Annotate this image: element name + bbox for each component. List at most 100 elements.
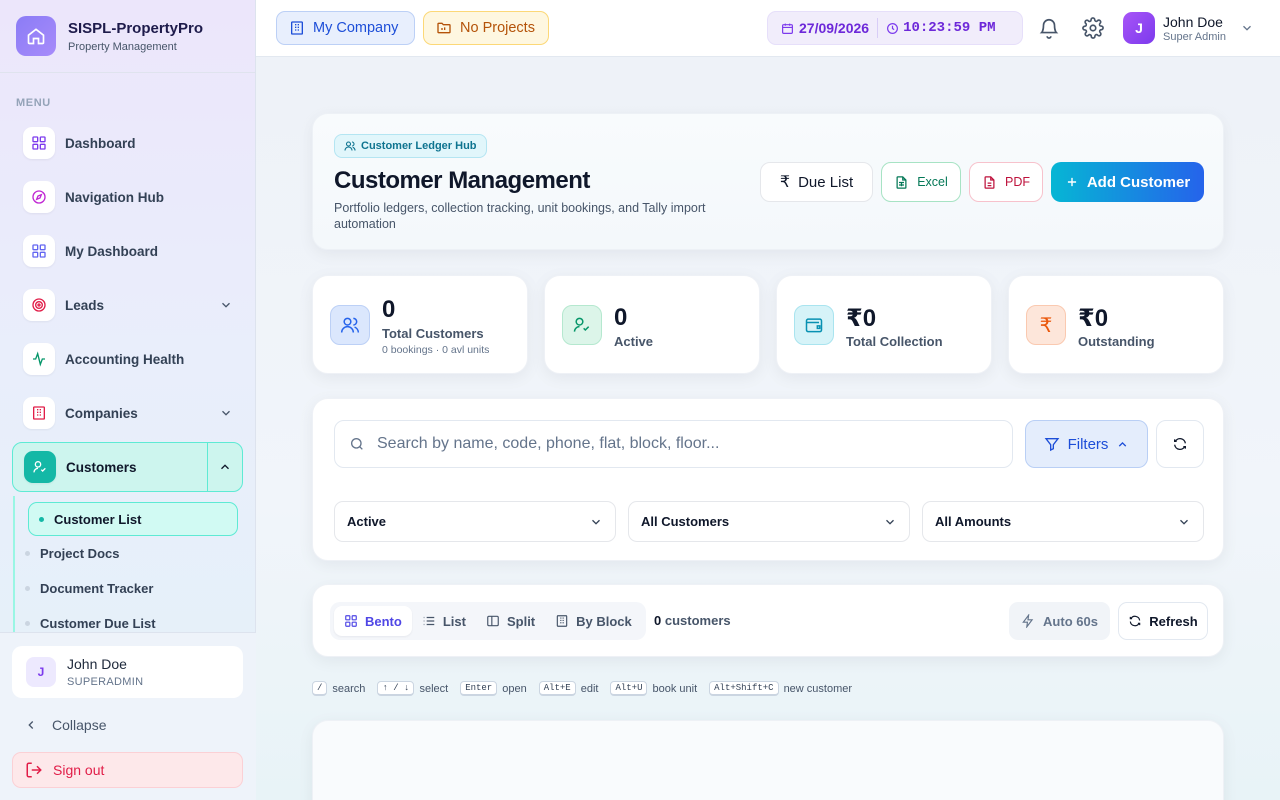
datetime-display: 27/09/2026 10:23:59 PM	[767, 11, 1023, 45]
stat-card-outstanding: ₹ ₹0 Outstanding	[1008, 275, 1224, 374]
shortcut-label: new customer	[783, 682, 853, 695]
sidebar-item-label: Customers	[66, 459, 137, 475]
company-selector[interactable]: My Company	[276, 11, 415, 45]
keyboard-shortcuts: / search ↑ / ↓ select Enter open Alt+E edit …	[312, 681, 864, 696]
menu-label: MENU	[16, 97, 51, 109]
bell-icon[interactable]	[1038, 17, 1060, 39]
divider	[207, 443, 208, 491]
stat-label: Outstanding	[1078, 334, 1155, 349]
refresh-button[interactable]: Refresh	[1118, 602, 1208, 640]
user-role: SUPERADMIN	[67, 676, 144, 688]
stat-value: 0	[614, 304, 628, 331]
signout-button[interactable]: Sign out	[12, 752, 243, 788]
amount-select[interactable]: All Amounts	[922, 501, 1204, 542]
brand-subtitle: Property Management	[68, 40, 177, 53]
clock-icon	[887, 22, 899, 34]
spreadsheet-icon	[896, 175, 907, 189]
users-icon	[344, 141, 356, 151]
search-box	[334, 420, 1013, 468]
hero-card: Customer Ledger Hub Customer Management …	[312, 113, 1224, 250]
sidebar-subitem-customer-due-list[interactable]: Customer Due List	[15, 606, 242, 632]
view-label: By Block	[576, 613, 632, 629]
shortcut-key: Alt+Shift+C	[709, 681, 779, 696]
user-role: Super Admin	[1163, 30, 1226, 43]
count-value: 0	[654, 613, 662, 628]
view-bento-button[interactable]: Bento	[334, 606, 412, 636]
sidebar-nav: Dashboard Navigation Hub My Dashboard Le…	[12, 116, 243, 494]
sidebar-item-dashboard[interactable]: Dashboard	[12, 116, 243, 170]
bullet-icon	[25, 621, 30, 626]
main-content: Customer Ledger Hub Customer Management …	[256, 57, 1280, 800]
chevron-up-icon[interactable]	[218, 460, 232, 474]
due-list-button[interactable]: ₹ Due List	[760, 162, 873, 202]
gear-icon[interactable]	[1082, 17, 1104, 39]
sidebar-item-navigation-hub[interactable]: Navigation Hub	[12, 170, 243, 224]
shortcut-key: Enter	[460, 681, 498, 696]
shortcut-label: open	[502, 682, 527, 695]
home-icon	[16, 16, 56, 56]
filter-icon	[1044, 438, 1059, 452]
view-by-block-button[interactable]: By Block	[545, 606, 642, 636]
divider	[877, 18, 879, 38]
sidebar-subitem-customer-list[interactable]: Customer List	[28, 502, 238, 536]
building-icon	[556, 615, 568, 627]
reset-filters-button[interactable]	[1156, 420, 1204, 468]
current-time: 10:23:59 PM	[903, 20, 996, 36]
rupee-icon: ₹	[779, 174, 791, 191]
sidebar-subitem-project-docs[interactable]: Project Docs	[15, 536, 242, 571]
sidebar-item-my-dashboard[interactable]: My Dashboard	[12, 224, 243, 278]
building-icon	[291, 21, 303, 35]
sidebar-item-accounting-health[interactable]: Accounting Health	[12, 332, 243, 386]
view-list-button[interactable]: List	[412, 606, 476, 636]
sidebar-subitem-document-tracker[interactable]: Document Tracker	[15, 571, 242, 606]
sidebar: SISPL-PropertyPro Property Management ME…	[0, 0, 256, 800]
export-pdf-button[interactable]: PDF	[969, 162, 1043, 202]
sidebar-user-card[interactable]: J John Doe SUPERADMIN	[12, 646, 243, 698]
sidebar-item-companies[interactable]: Companies	[12, 386, 243, 440]
pdf-label: PDF	[1005, 175, 1030, 189]
avatar: J	[1123, 12, 1155, 44]
add-customer-button[interactable]: Add Customer	[1051, 162, 1204, 202]
user-menu[interactable]: J John Doe Super Admin	[1123, 11, 1254, 45]
user-name: John Doe	[67, 656, 127, 672]
shortcut-hint: Enter open	[460, 681, 527, 696]
file-text-icon	[984, 175, 995, 189]
sidebar-item-customers[interactable]: Customers	[12, 442, 243, 492]
auto-refresh-toggle[interactable]: Auto 60s	[1009, 602, 1110, 640]
hub-chip: Customer Ledger Hub	[334, 134, 487, 158]
shortcut-key: ↑ / ↓	[377, 681, 415, 696]
signout-label: Sign out	[53, 762, 105, 778]
brand: SISPL-PropertyPro Property Management	[0, 0, 255, 73]
select-value: All Amounts	[935, 514, 1012, 529]
shortcut-label: search	[332, 682, 366, 695]
status-select[interactable]: Active	[334, 501, 616, 542]
sidebar-item-leads[interactable]: Leads	[12, 278, 243, 332]
plus-icon	[1067, 177, 1076, 187]
shortcut-hint: Alt+U book unit	[610, 681, 697, 696]
count-suffix: customers	[664, 613, 731, 628]
subitem-label: Document Tracker	[40, 581, 154, 596]
shortcut-hint: Alt+Shift+C new customer	[709, 681, 852, 696]
calendar-icon	[782, 23, 793, 34]
search-input[interactable]	[377, 435, 977, 453]
view-split-button[interactable]: Split	[476, 606, 545, 636]
filters-label: Filters	[1067, 435, 1109, 453]
logout-icon	[26, 762, 42, 778]
chip-label: Customer Ledger Hub	[361, 140, 477, 152]
user-check-icon	[24, 451, 56, 483]
stat-label: Total Collection	[846, 334, 943, 349]
collapse-button[interactable]: Collapse	[24, 717, 106, 733]
chevron-down-icon[interactable]	[219, 298, 233, 312]
brand-name: SISPL-PropertyPro	[68, 19, 204, 37]
project-selector[interactable]: No Projects	[423, 11, 549, 45]
shortcut-label: edit	[580, 682, 599, 695]
grid-icon	[23, 127, 55, 159]
customer-type-select[interactable]: All Customers	[628, 501, 910, 542]
chevron-down-icon[interactable]	[219, 406, 233, 420]
stat-value: ₹0	[1078, 305, 1109, 332]
view-label: List	[442, 613, 466, 629]
export-excel-button[interactable]: Excel	[881, 162, 961, 202]
filters-toggle-button[interactable]: Filters	[1025, 420, 1148, 468]
shortcut-hint: ↑ / ↓ select	[377, 681, 448, 696]
shortcut-key: /	[312, 681, 328, 696]
